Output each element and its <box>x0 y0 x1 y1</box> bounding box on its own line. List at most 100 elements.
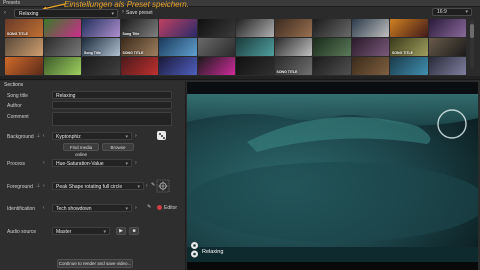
preset-thumbnail[interactable]: Song Title <box>82 38 120 56</box>
editor-icon[interactable] <box>157 205 162 210</box>
preset-thumbnail[interactable] <box>5 38 43 56</box>
identification-dropdown[interactable]: Tech showdown ▾ <box>52 204 132 212</box>
comment-field[interactable] <box>52 112 172 126</box>
preset-thumbnail[interactable] <box>351 19 389 37</box>
gear-icon[interactable] <box>189 241 200 259</box>
sections-panel: Sections Song title Relaxing Author Comm… <box>0 81 186 270</box>
song-title-field[interactable]: Relaxing <box>52 91 172 99</box>
chevron-left-icon[interactable]: ‹ <box>43 205 45 211</box>
find-media-online-button[interactable]: Find media online <box>63 143 99 157</box>
preset-thumbnail[interactable] <box>236 57 274 75</box>
render-button[interactable]: Continue to render and save video... <box>57 259 133 268</box>
preset-thumbnail[interactable]: SONG TITLE <box>120 38 158 56</box>
chevron-down-icon: ▾ <box>137 183 140 190</box>
process-label: Process <box>7 161 26 167</box>
dice-icon[interactable] <box>157 131 166 140</box>
video-preview[interactable] <box>187 82 478 270</box>
audio-source-dropdown[interactable]: Master ▾ <box>52 227 110 235</box>
preset-thumbnail[interactable] <box>43 19 81 37</box>
preset-thumbnail[interactable] <box>82 19 120 37</box>
preset-thumbnail[interactable] <box>159 57 197 75</box>
chevron-down-icon: ▾ <box>125 160 128 167</box>
preset-thumbnail[interactable] <box>313 57 351 75</box>
preset-dropdown[interactable]: Relaxing ▾ <box>14 9 118 18</box>
preset-thumbnail[interactable] <box>197 19 235 37</box>
foreground-value: Peak Shape rotating full circle <box>56 183 123 190</box>
preset-thumbnail[interactable] <box>5 57 43 75</box>
thumbnail-label: Song Title <box>84 51 101 55</box>
preset-thumbnail[interactable] <box>197 57 235 75</box>
preset-thumbnail[interactable] <box>236 38 274 56</box>
preset-thumbnail[interactable] <box>197 38 235 56</box>
next-preset-button[interactable]: › <box>122 9 124 15</box>
browse-button[interactable]: Browse <box>102 143 134 151</box>
lock-icon[interactable]: ⊥ <box>36 133 40 139</box>
chevron-left-icon[interactable]: ‹ <box>43 183 45 189</box>
preset-thumbnail[interactable] <box>236 19 274 37</box>
crosshair-icon[interactable] <box>156 179 170 193</box>
preset-thumbnail[interactable] <box>390 19 428 37</box>
chevron-right-icon[interactable]: › <box>135 133 137 139</box>
preset-thumbnail[interactable] <box>390 57 428 75</box>
audio-source-value: Master <box>56 228 72 235</box>
author-label: Author <box>7 103 22 109</box>
preset-thumbnail[interactable]: SONG TITLE <box>274 57 312 75</box>
process-dropdown[interactable]: Hue-Saturation-Value ▾ <box>52 159 132 167</box>
chevron-right-icon[interactable]: › <box>135 205 137 211</box>
chevron-down-icon: ▾ <box>125 205 128 212</box>
identification-value: Tech showdown <box>56 205 92 212</box>
author-field[interactable] <box>52 101 172 109</box>
preset-thumbnail[interactable] <box>313 38 351 56</box>
preset-thumbnail[interactable] <box>159 38 197 56</box>
preset-thumbnail[interactable] <box>428 57 466 75</box>
preset-thumbnail[interactable]: SONG TITLE <box>5 19 43 37</box>
preset-thumbnail[interactable] <box>428 38 466 56</box>
preset-thumbnail[interactable]: SONG TITLE <box>390 38 428 56</box>
lock-icon[interactable]: ⊥ <box>36 183 40 189</box>
preset-thumbnail[interactable] <box>428 19 466 37</box>
magic-wand-icon[interactable]: ✎ <box>151 182 155 188</box>
chevron-right-icon[interactable]: › <box>146 183 148 189</box>
preset-thumbnail[interactable] <box>43 38 81 56</box>
background-value: Kyptonphiz <box>56 133 81 140</box>
aspect-ratio-dropdown[interactable]: 16:9 ▾ <box>432 8 472 16</box>
process-value: Hue-Saturation-Value <box>56 160 104 167</box>
magic-wand-icon[interactable]: ✎ <box>147 204 151 210</box>
chevron-down-icon: ▾ <box>465 9 468 15</box>
preset-thumbnail[interactable]: Song Title <box>120 19 158 37</box>
thumbnail-label: SONG TITLE <box>7 32 28 36</box>
preset-thumbnail[interactable] <box>159 19 197 37</box>
preset-thumbnail[interactable] <box>120 57 158 75</box>
chevron-left-icon[interactable]: ‹ <box>43 160 45 166</box>
comment-label: Comment <box>7 114 29 120</box>
thumbnail-label: SONG TITLE <box>122 51 144 55</box>
window-title: Presets <box>3 0 20 6</box>
aspect-ratio-value: 16:9 <box>437 9 447 15</box>
chevron-down-icon: ▾ <box>111 11 114 17</box>
editor-link[interactable]: Editor <box>164 205 177 211</box>
preset-thumbnail[interactable] <box>274 19 312 37</box>
foreground-dropdown[interactable]: Peak Shape rotating full circle ▾ <box>52 182 144 190</box>
preset-thumbnail[interactable] <box>351 38 389 56</box>
chevron-right-icon[interactable]: › <box>135 160 137 166</box>
save-preset-button[interactable]: Save preset <box>126 10 153 16</box>
presets-divider <box>0 76 480 80</box>
preview-song-title: Relaxing <box>202 249 224 255</box>
preset-thumbnail[interactable] <box>43 57 81 75</box>
preset-thumbnail[interactable] <box>313 19 351 37</box>
preset-toolbar: ‹ Relaxing ▾ › Save preset 16:9 ▾ <box>0 8 480 19</box>
song-title-label: Song title <box>7 93 28 99</box>
play-button[interactable]: ▶ <box>116 227 126 235</box>
preset-thumbnail[interactable] <box>82 57 120 75</box>
previous-preset-button[interactable]: ‹ <box>4 10 6 16</box>
foreground-label: Foreground <box>7 184 33 190</box>
preset-thumbnail[interactable] <box>274 38 312 56</box>
background-dropdown[interactable]: Kyptonphiz ▾ <box>52 132 132 140</box>
stop-button[interactable]: ■ <box>129 227 139 235</box>
thumbnail-scrollbar[interactable] <box>470 20 474 68</box>
preset-thumbnail[interactable] <box>351 57 389 75</box>
chevron-left-icon[interactable]: ‹ <box>43 133 45 139</box>
scrollbar-thumb[interactable] <box>470 24 474 38</box>
preset-dropdown-value: Relaxing <box>19 11 39 17</box>
thumbnail-label: SONG TITLE <box>276 70 298 74</box>
